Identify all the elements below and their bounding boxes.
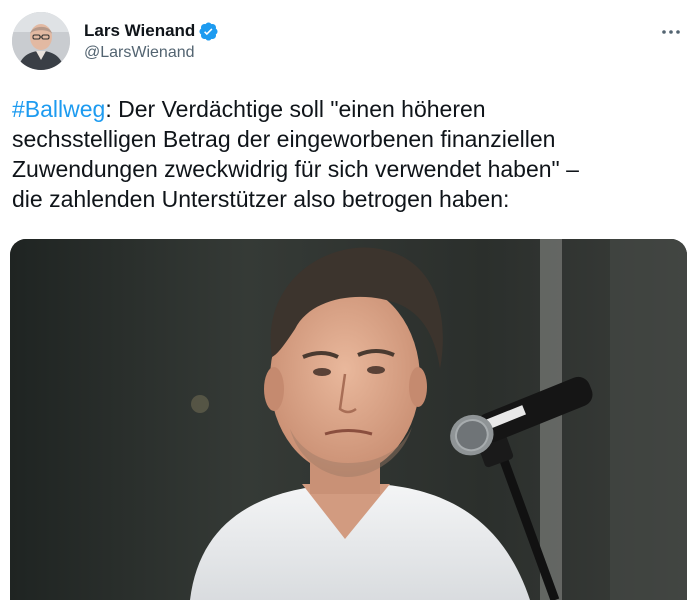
author-names: Lars Wienand @LarsWienand: [84, 19, 218, 62]
tweet: Lars Wienand @LarsWienand #Ballweg: Der …: [0, 0, 697, 600]
tweet-text-line-2: sechsstelligen Betrag der eingeworbenen …: [12, 126, 556, 152]
tweet-text: #Ballweg: Der Verdächtige soll "einen hö…: [12, 94, 687, 214]
more-options-icon[interactable]: [657, 20, 685, 44]
tweet-text-line-1-rest: : Der Verdächtige soll "einen höheren: [105, 96, 486, 122]
verified-badge-icon: [199, 21, 218, 41]
photo-speaker-at-microphone: [10, 239, 687, 600]
tweet-text-line-3: Zuwendungen zweckwidrig für sich verwend…: [12, 156, 579, 182]
display-name-row: Lars Wienand: [84, 19, 218, 43]
display-name[interactable]: Lars Wienand: [84, 21, 195, 41]
tweet-header: Lars Wienand @LarsWienand: [12, 12, 685, 72]
tweet-text-line-1: #Ballweg: Der Verdächtige soll "einen hö…: [12, 94, 687, 124]
avatar[interactable]: [12, 12, 70, 70]
tweet-photo[interactable]: [10, 239, 687, 600]
tweet-text-line-4: die zahlenden Unterstützer also betrogen…: [12, 186, 510, 212]
author-handle[interactable]: @LarsWienand: [84, 44, 218, 62]
hashtag-link[interactable]: #Ballweg: [12, 96, 105, 122]
avatar-image: [12, 12, 70, 70]
